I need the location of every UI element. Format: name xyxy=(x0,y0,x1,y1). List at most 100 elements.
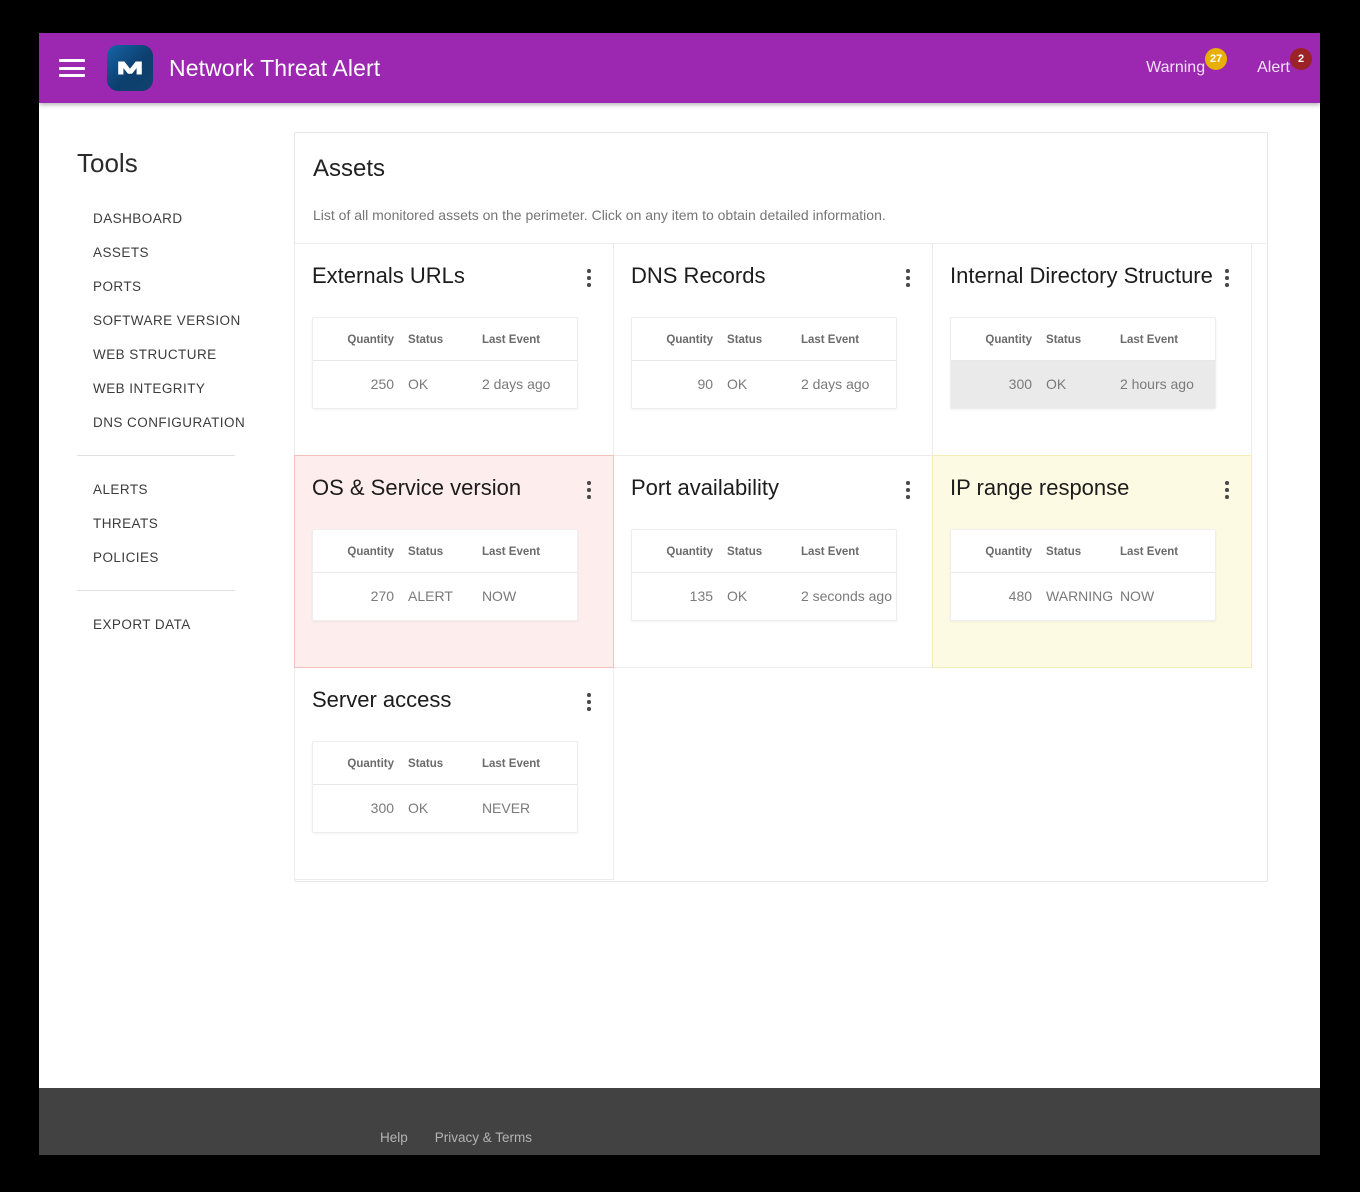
sidebar-nav: DASHBOARD ASSETS PORTS SOFTWARE VERSION WEB … xyxy=(77,201,279,641)
sidebar-item-dns-configuration[interactable]: DNS CONFIGURATION xyxy=(93,405,279,439)
kebab-dot xyxy=(1225,481,1229,485)
column-header-quantity: Quantity xyxy=(632,530,728,573)
column-header-quantity: Quantity xyxy=(313,318,409,361)
table-row[interactable]: 300 OK NEVER xyxy=(313,785,577,833)
cell-status: OK xyxy=(727,376,748,392)
card-metrics-table: Quantity Status Last Event 250 OK 2 days ago xyxy=(312,317,578,409)
hamburger-line xyxy=(59,59,85,62)
column-header-status: Status xyxy=(727,530,801,573)
assets-panel: Assets List of all monitored assets on t… xyxy=(294,132,1268,882)
table-row[interactable]: 480 WARNING NOW xyxy=(951,573,1215,621)
sidebar-heading: Tools xyxy=(77,148,138,178)
card-title: DNS Records xyxy=(631,263,766,288)
cell-quantity: 135 xyxy=(689,588,714,604)
grid-empty-cell xyxy=(614,668,934,881)
asset-card-externals-urls[interactable]: Externals URLs Quantity Status Last Event 25… xyxy=(294,243,614,456)
card-overflow-menu-icon[interactable] xyxy=(1217,265,1237,291)
column-header-quantity: Quantity xyxy=(951,318,1047,361)
asset-card-dns-records[interactable]: DNS Records Quantity Status Last Event 90 OK 2… xyxy=(613,243,933,456)
alert-indicator[interactable]: Alert 2 xyxy=(1257,48,1312,77)
kebab-dot xyxy=(906,481,910,485)
cell-quantity: 300 xyxy=(951,360,1047,408)
cell-status: OK xyxy=(1046,360,1120,408)
cell-quantity: 90 xyxy=(697,376,714,392)
app-bar: Network Threat Alert Warning 27 Alert 2 xyxy=(39,33,1320,103)
card-overflow-menu-icon[interactable] xyxy=(579,477,599,503)
warning-badge: 27 xyxy=(1205,48,1228,70)
sidebar-item-web-structure[interactable]: WEB STRUCTURE xyxy=(93,337,279,371)
footer-links: Help Privacy & Terms xyxy=(380,1129,559,1147)
kebab-dot xyxy=(587,495,591,499)
card-title-row: Server access xyxy=(312,687,613,715)
asset-card-server-access[interactable]: Server access Quantity Status Last Event 300… xyxy=(294,667,614,880)
kebab-dot xyxy=(587,276,591,280)
panel-header: Assets List of all monitored assets on t… xyxy=(295,133,1267,244)
cell-last-event: NOW xyxy=(1119,588,1155,604)
cell-status: OK xyxy=(408,376,429,392)
column-header-last-event: Last Event xyxy=(481,742,577,785)
table-header-row: Quantity Status Last Event xyxy=(951,530,1215,573)
column-header-last-event: Last Event xyxy=(1119,318,1215,361)
page-body: Tools DASHBOARD ASSETS PORTS SOFTWARE VERSI… xyxy=(39,103,1320,1088)
sidebar-group: DASHBOARD ASSETS PORTS SOFTWARE VERSION WEB … xyxy=(77,201,279,439)
column-header-status: Status xyxy=(1046,530,1120,573)
kebab-dot xyxy=(587,269,591,273)
card-title: IP range response xyxy=(950,475,1130,500)
sidebar-item-ports[interactable]: PORTS xyxy=(93,269,279,303)
table-row[interactable]: 250 OK 2 days ago xyxy=(313,361,577,409)
hamburger-line xyxy=(59,66,85,70)
card-title: Server access xyxy=(312,687,452,712)
table-row[interactable]: 90 OK 2 days ago xyxy=(632,361,896,409)
cell-quantity: 250 xyxy=(370,376,395,392)
asset-card-grid: Externals URLs Quantity Status Last Event 25… xyxy=(294,243,1267,881)
footer-link-help[interactable]: Help xyxy=(380,1130,408,1145)
asset-card-os-service-version[interactable]: OS & Service version Quantity Status Last E… xyxy=(294,455,614,668)
column-header-status: Status xyxy=(1046,318,1120,361)
card-overflow-menu-icon[interactable] xyxy=(579,265,599,291)
grid-empty-cell xyxy=(934,668,1254,881)
cell-last-event: 2 hours ago xyxy=(1119,360,1215,408)
column-header-last-event: Last Event xyxy=(1119,530,1215,573)
cell-quantity: 480 xyxy=(1008,588,1033,604)
sidebar-item-threats[interactable]: THREATS xyxy=(93,506,279,540)
cell-status: OK xyxy=(727,588,748,604)
sidebar-divider xyxy=(77,590,235,591)
asset-card-internal-directory-structure[interactable]: Internal Directory Structure Quantity Stat… xyxy=(932,243,1252,456)
column-header-status: Status xyxy=(408,318,482,361)
table-row[interactable]: 300 OK 2 hours ago xyxy=(951,360,1215,408)
card-overflow-menu-icon[interactable] xyxy=(898,265,918,291)
card-title: Externals URLs xyxy=(312,263,465,288)
sidebar-item-export-data[interactable]: EXPORT DATA xyxy=(93,607,279,641)
footer-link-privacy-terms[interactable]: Privacy & Terms xyxy=(435,1130,532,1145)
table-header-row: Quantity Status Last Event xyxy=(951,318,1215,361)
cell-status: WARNING xyxy=(1046,588,1114,604)
card-overflow-menu-icon[interactable] xyxy=(898,477,918,503)
table-row[interactable]: 270 ALERT NOW xyxy=(313,573,577,621)
table-row[interactable]: 135 OK 2 seconds ago xyxy=(632,573,896,621)
panel-title: Assets xyxy=(313,155,386,182)
sidebar-item-assets[interactable]: ASSETS xyxy=(93,235,279,269)
column-header-quantity: Quantity xyxy=(313,742,409,785)
sidebar-item-policies[interactable]: POLICIES xyxy=(93,540,279,574)
kebab-dot xyxy=(1225,269,1229,273)
asset-card-port-availability[interactable]: Port availability Quantity Status Last Even… xyxy=(613,455,933,668)
asset-card-ip-range-response[interactable]: IP range response Quantity Status Last Even… xyxy=(932,455,1252,668)
sidebar-item-web-integrity[interactable]: WEB INTEGRITY xyxy=(93,371,279,405)
alert-badge: 2 xyxy=(1290,48,1312,70)
hamburger-menu-icon[interactable] xyxy=(59,57,85,79)
card-overflow-menu-icon[interactable] xyxy=(1217,477,1237,503)
card-overflow-menu-icon[interactable] xyxy=(579,689,599,715)
kebab-dot xyxy=(587,707,591,711)
sidebar-item-alerts[interactable]: ALERTS xyxy=(93,472,279,506)
table-header-row: Quantity Status Last Event xyxy=(313,742,577,785)
sidebar-item-dashboard[interactable]: DASHBOARD xyxy=(93,201,279,235)
sidebar-divider xyxy=(77,455,235,456)
kebab-dot xyxy=(587,481,591,485)
sidebar-item-software-version[interactable]: SOFTWARE VERSION xyxy=(93,303,279,337)
kebab-dot xyxy=(1225,276,1229,280)
card-title-row: Internal Directory Structure xyxy=(950,263,1251,291)
cell-last-event: 2 days ago xyxy=(800,376,870,392)
warning-indicator[interactable]: Warning 27 xyxy=(1146,48,1228,77)
page-title: Network Threat Alert xyxy=(169,54,381,81)
brand-logo-icon[interactable] xyxy=(107,45,153,91)
